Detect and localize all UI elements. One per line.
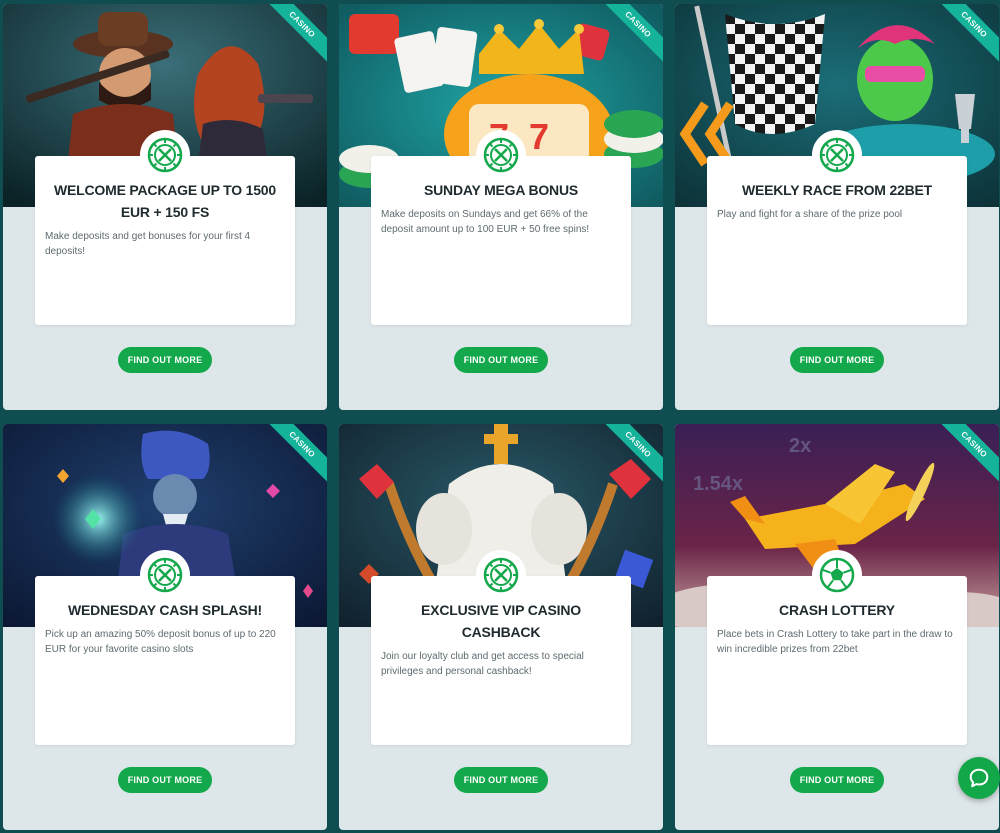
promo-card: 7 7 CASINO SUNDAY MEGA BONUS Make deposi… (339, 4, 663, 410)
card-description: Join our loyalty club and get access to … (381, 651, 584, 677)
card-description: Make deposits and get bonuses for your f… (45, 231, 251, 257)
promo-card: CASINO WEEKLY RACE FROM 22BET Play and f… (675, 4, 999, 410)
chat-bubble-icon (969, 768, 989, 788)
card-info: WELCOME PACKAGE UP TO 1500 EUR + 150 FS … (35, 130, 295, 325)
casino-chip-icon (476, 550, 526, 600)
category-label: CASINO (593, 4, 663, 70)
chat-button[interactable] (958, 757, 1000, 799)
casino-ribbon: CASINO (583, 4, 663, 84)
card-title: CRASH LOTTERY (779, 602, 895, 618)
promo-card: CASINO WELCOME PACKAGE UP TO 1500 EUR + … (3, 4, 327, 410)
card-title: WEDNESDAY CASH SPLASH! (68, 602, 262, 618)
find-out-more-button[interactable]: FIND OUT MORE (790, 347, 884, 373)
card-info: EXCLUSIVE VIP CASINO CASHBACK Join our l… (371, 550, 631, 745)
card-description: Place bets in Crash Lottery to take part… (717, 629, 953, 655)
promo-card: CASINO WEDNESDAY CASH SPLASH! Pick up an… (3, 424, 327, 830)
category-label: CASINO (257, 424, 327, 490)
category-label: CASINO (929, 424, 999, 490)
casino-chip-icon (140, 130, 190, 180)
soccer-ball-icon (812, 550, 862, 600)
find-out-more-button[interactable]: FIND OUT MORE (118, 347, 212, 373)
card-info: CRASH LOTTERY Place bets in Crash Lotter… (707, 550, 967, 745)
card-title: WEEKLY RACE FROM 22BET (741, 182, 933, 198)
casino-ribbon: CASINO (919, 4, 999, 84)
card-info: WEEKLY RACE FROM 22BET Play and fight fo… (707, 130, 967, 325)
multiplier-2x: 2x (789, 435, 811, 457)
multiplier-1-54x: 1.54x (693, 473, 743, 495)
casino-ribbon: CASINO (247, 4, 327, 84)
find-out-more-button[interactable]: FIND OUT MORE (454, 767, 548, 793)
card-info: SUNDAY MEGA BONUS Make deposits on Sunda… (371, 130, 631, 325)
find-out-more-button[interactable]: FIND OUT MORE (790, 767, 884, 793)
find-out-more-button[interactable]: FIND OUT MORE (454, 347, 548, 373)
card-title: SUNDAY MEGA BONUS (424, 182, 578, 198)
casino-chip-icon (812, 130, 862, 180)
card-title: WELCOME PACKAGE UP TO 1500 EUR + 150 FS (54, 182, 276, 220)
card-description: Pick up an amazing 50% deposit bonus of … (45, 629, 276, 655)
category-label: CASINO (929, 4, 999, 70)
find-out-more-button[interactable]: FIND OUT MORE (118, 767, 212, 793)
card-title: EXCLUSIVE VIP CASINO CASHBACK (421, 602, 581, 640)
category-label: CASINO (593, 424, 663, 490)
casino-ribbon: CASINO (583, 424, 663, 504)
casino-ribbon: CASINO (247, 424, 327, 504)
casino-chip-icon (476, 130, 526, 180)
card-info: WEDNESDAY CASH SPLASH! Pick up an amazin… (35, 550, 295, 745)
promo-card: CASINO EXCLUSIVE VIP CASINO CASHBACK Joi… (339, 424, 663, 830)
category-label: CASINO (257, 4, 327, 70)
card-description: Play and fight for a share of the prize … (717, 209, 903, 220)
casino-chip-icon (140, 550, 190, 600)
promo-card: 2x 1.54x CASINO CRASH LOTTERY Place bets… (675, 424, 999, 830)
casino-ribbon: CASINO (919, 424, 999, 504)
svg-text:7: 7 (529, 116, 549, 157)
card-description: Make deposits on Sundays and get 66% of … (381, 209, 590, 235)
